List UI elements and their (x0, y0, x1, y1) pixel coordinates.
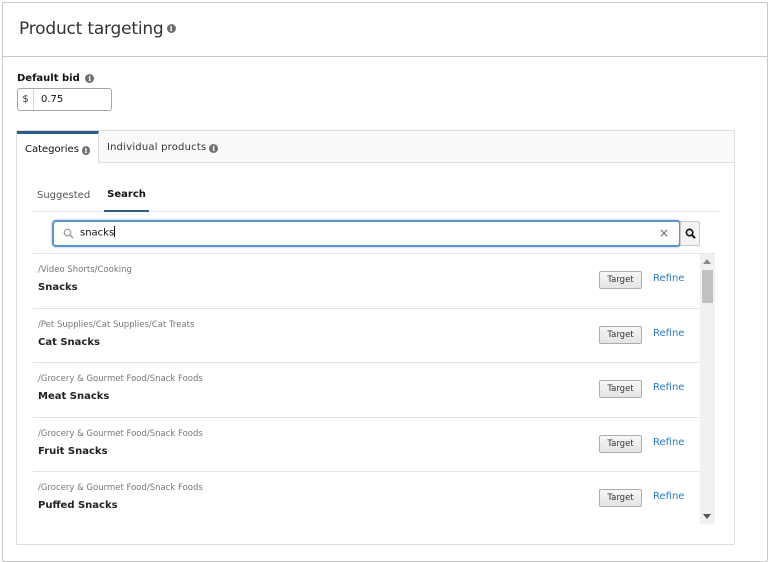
search-icon (63, 228, 74, 239)
result-name: Cat Snacks (38, 336, 100, 348)
result-row: /Video Shorts/Cooking Snacks Target Refi… (33, 254, 699, 309)
search-row: snacks × (52, 220, 702, 248)
default-bid-input[interactable]: $ 0.75 (17, 88, 112, 111)
refine-link[interactable]: Refine (653, 437, 684, 448)
search-input-value[interactable]: snacks (80, 226, 116, 239)
result-row: /Grocery & Gourmet Food/Snack Foods Frui… (33, 418, 699, 472)
panel-title-text: Product targeting (19, 19, 164, 39)
result-row: /Pet Supplies/Cat Supplies/Cat Treats Ca… (33, 309, 699, 363)
panel-title: Product targeting i (19, 19, 176, 39)
category-search-input[interactable]: snacks × (52, 220, 681, 247)
tab-categories-label: Categories (25, 143, 79, 155)
search-results-list: /Video Shorts/Cooking Snacks Target Refi… (33, 253, 715, 524)
target-button[interactable]: Target (599, 489, 642, 507)
scroll-down-arrow-icon[interactable] (703, 514, 711, 519)
result-path: /Grocery & Gourmet Food/Snack Foods (38, 428, 203, 439)
result-row: /Grocery & Gourmet Food/Snack Foods Puff… (33, 472, 699, 524)
default-bid-value[interactable]: 0.75 (34, 94, 63, 105)
scroll-up-arrow-icon[interactable] (703, 259, 711, 264)
search-icon (685, 228, 696, 239)
currency-symbol: $ (18, 89, 34, 110)
subtab-bar: Suggested Search (33, 178, 719, 212)
result-name: Puffed Snacks (38, 500, 118, 511)
result-path: /Pet Supplies/Cat Supplies/Cat Treats (38, 319, 195, 330)
info-icon[interactable]: i (85, 73, 95, 83)
text-caret (114, 226, 116, 237)
refine-link[interactable]: Refine (653, 491, 684, 502)
subtab-suggested[interactable]: Suggested (33, 178, 94, 212)
target-button[interactable]: Target (599, 271, 642, 289)
panel-header: Product targeting i (3, 3, 767, 57)
refine-link[interactable]: Refine (653, 382, 684, 393)
result-path: /Video Shorts/Cooking (38, 265, 132, 275)
refine-link[interactable]: Refine (653, 328, 684, 339)
result-name: Meat Snacks (38, 391, 110, 402)
search-query-text: snacks (80, 227, 115, 239)
subtab-search[interactable]: Search (104, 178, 149, 212)
target-button[interactable]: Target (599, 434, 642, 453)
search-button[interactable] (680, 221, 700, 246)
scroll-thumb[interactable] (702, 270, 713, 303)
info-icon[interactable]: i (209, 143, 219, 153)
result-path: /Grocery & Gourmet Food/Snack Foods (38, 374, 203, 384)
default-bid-label: Default bid i (17, 73, 95, 84)
target-button[interactable]: Target (599, 325, 642, 344)
result-name: Snacks (38, 282, 78, 293)
tab-categories[interactable]: Categories i (17, 131, 99, 164)
clear-icon[interactable]: × (659, 226, 669, 240)
tab-bar: Categories i Individual products i (17, 131, 734, 164)
targeting-tabs-container: Categories i Individual products i Sugge… (16, 130, 735, 545)
target-button[interactable]: Target (599, 380, 642, 398)
result-name: Fruit Snacks (38, 445, 108, 457)
result-row: /Grocery & Gourmet Food/Snack Foods Meat… (33, 363, 699, 418)
tab-individual-products[interactable]: Individual products i (99, 131, 226, 163)
results-scrollbar[interactable] (700, 254, 715, 524)
info-icon[interactable]: i (81, 145, 90, 155)
info-icon[interactable]: i (166, 23, 176, 33)
tab-individual-products-label: Individual products (107, 141, 207, 153)
refine-link[interactable]: Refine (653, 273, 684, 284)
result-path: /Grocery & Gourmet Food/Snack Foods (38, 483, 203, 493)
default-bid-label-text: Default bid (17, 73, 80, 84)
